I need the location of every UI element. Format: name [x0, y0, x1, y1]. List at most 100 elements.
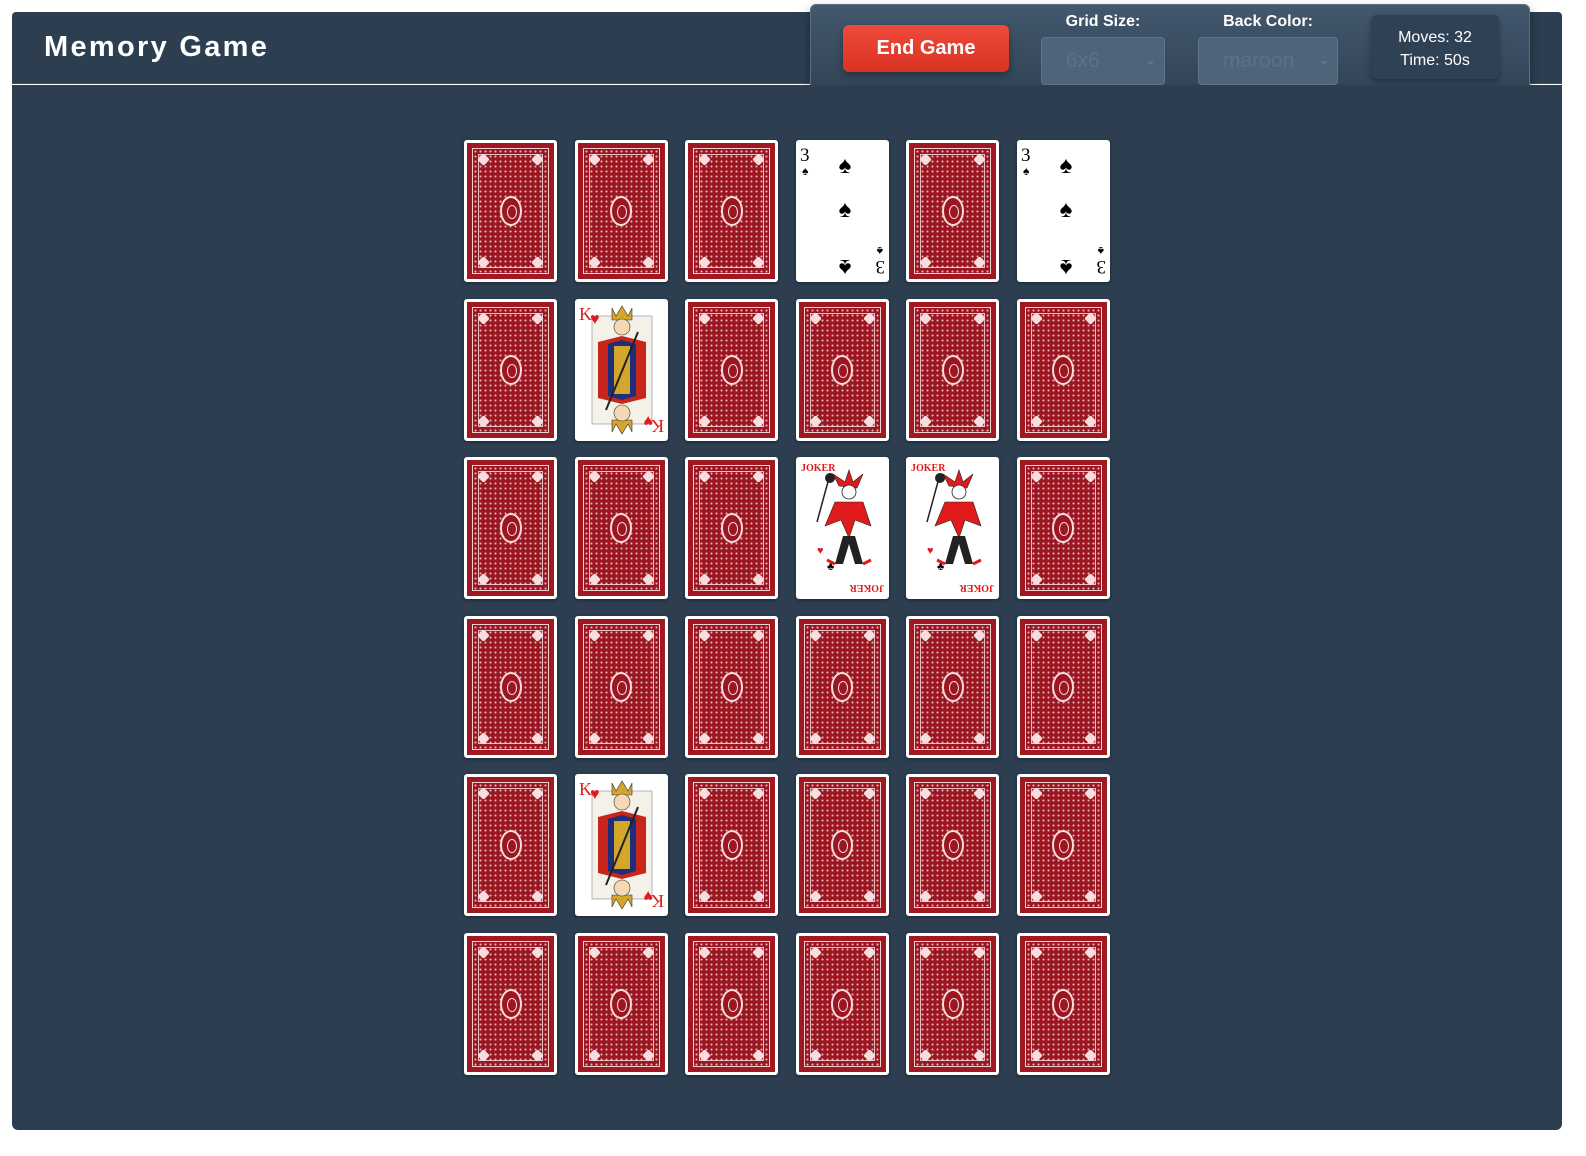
card-back-pattern — [472, 940, 549, 1067]
card-rank: 3 — [875, 256, 885, 277]
card-back-medallion-icon — [499, 830, 522, 860]
card-back-r1-c2[interactable] — [574, 140, 668, 282]
card-back-r2-c4[interactable] — [795, 298, 889, 441]
card-face-3-spades-r1-c4[interactable]: 3 ♠ ♠ ♠ ♠ 3 ♠ — [795, 140, 889, 282]
card-back-pattern — [914, 148, 991, 274]
card-pip: ♠ — [1059, 152, 1072, 179]
card-back-r2-c3[interactable] — [685, 298, 778, 441]
card-back-medallion-icon — [610, 988, 632, 1019]
card-back-medallion-icon — [1052, 988, 1074, 1019]
card-back-r6-c4[interactable] — [795, 932, 889, 1075]
game-board: 3 ♠ ♠ ♠ ♠ 3 ♠ 3 ♠ ♠ ♠ ♠ 3 ♠ K ♥ K ♥ JOKER ♥ ♣ JOKER JOKER ♥ ♣ JOK… — [12, 85, 1562, 1130]
card-back-medallion-icon — [720, 988, 743, 1019]
grid-size-select[interactable]: 6x6 ⌄ — [1041, 37, 1165, 85]
back-color-label: Back Color: — [1223, 13, 1313, 30]
card-pip: ♠ — [838, 254, 851, 279]
card-back-medallion-icon — [941, 354, 964, 385]
card-back-pattern — [914, 782, 991, 908]
card-suit: ♥ — [590, 786, 600, 803]
card-back-medallion-icon — [610, 196, 632, 226]
card-back-r6-c2[interactable] — [574, 932, 668, 1075]
card-back-r5-c3[interactable] — [685, 774, 778, 916]
card-back-pattern — [693, 623, 770, 750]
card-face-K-hearts-r5-c2[interactable]: K ♥ K ♥ — [574, 774, 668, 916]
card-back-r6-c5[interactable] — [906, 932, 999, 1075]
card-back-medallion-icon — [1052, 513, 1074, 543]
card-rank: 3 — [800, 145, 810, 166]
card-back-r2-c1[interactable] — [464, 298, 557, 441]
card-back-r3-c2[interactable] — [574, 457, 668, 599]
card-back-r1-c3[interactable] — [685, 140, 778, 282]
card-back-pattern — [1024, 623, 1102, 750]
card-back-r4-c4[interactable] — [795, 615, 889, 758]
card-back-medallion-icon — [720, 196, 743, 226]
card-face-joker-r3-c5[interactable]: JOKER ♥ ♣ JOKER — [906, 457, 999, 599]
moves-counter: Moves: 32 — [1398, 29, 1472, 46]
club-icon: ♣ — [937, 561, 944, 573]
card-back-r4-c1[interactable] — [464, 615, 557, 758]
card-back-pattern — [803, 940, 881, 1067]
card-back-medallion-icon — [720, 354, 743, 385]
card-back-pattern — [582, 940, 660, 1067]
card-back-pattern — [1024, 306, 1102, 433]
king-figure-icon: K♥K♥ — [579, 779, 664, 911]
card-grid: 3 ♠ ♠ ♠ ♠ 3 ♠ 3 ♠ ♠ ♠ ♠ 3 ♠ K ♥ K ♥ JOKER ♥ ♣ JOKER JOKER ♥ ♣ JOK… — [464, 140, 1110, 1075]
heart-icon: ♥ — [927, 545, 934, 557]
card-suit: ♥ — [590, 311, 600, 328]
card-face-3-spades-r1-c6[interactable]: 3 ♠ ♠ ♠ ♠ 3 ♠ — [1016, 140, 1110, 282]
card-suit: ♥ — [643, 412, 653, 429]
card-back-pattern — [472, 623, 549, 750]
card-back-medallion-icon — [941, 830, 964, 860]
joker-label: JOKER — [959, 582, 994, 593]
time-counter: Time: 50s — [1400, 52, 1470, 69]
card-back-pattern — [803, 782, 881, 908]
card-back-medallion-icon — [1052, 671, 1074, 702]
card-back-medallion-icon — [1052, 354, 1074, 385]
card-back-r6-c1[interactable] — [464, 932, 557, 1075]
card-back-pattern — [693, 465, 770, 591]
card-back-r5-c6[interactable] — [1016, 774, 1110, 916]
card-pip: ♠ — [1059, 254, 1072, 279]
card-back-r4-c2[interactable] — [574, 615, 668, 758]
card-back-pattern — [472, 306, 549, 433]
card-back-pattern — [472, 465, 549, 591]
card-back-pattern — [803, 306, 881, 433]
card-back-r2-c5[interactable] — [906, 298, 999, 441]
back-color-select[interactable]: maroon ⌄ — [1198, 37, 1338, 85]
card-back-pattern — [1024, 465, 1102, 591]
card-suit: ♥ — [643, 887, 653, 904]
card-back-medallion-icon — [610, 513, 632, 543]
card-face-joker-r3-c4[interactable]: JOKER ♥ ♣ JOKER — [795, 457, 889, 599]
card-back-pattern — [1024, 782, 1102, 908]
stats-box: Moves: 32 Time: 50s — [1371, 15, 1499, 79]
card-back-pattern — [914, 306, 991, 433]
card-back-medallion-icon — [499, 196, 522, 226]
card-back-pattern — [693, 782, 770, 908]
card-back-medallion-icon — [610, 671, 632, 702]
card-back-r5-c4[interactable] — [795, 774, 889, 916]
card-back-r2-c6[interactable] — [1016, 298, 1110, 441]
card-suit: ♠ — [876, 244, 883, 258]
card-back-pattern — [582, 465, 660, 591]
card-back-r4-c5[interactable] — [906, 615, 999, 758]
card-back-r3-c1[interactable] — [464, 457, 557, 599]
card-face-K-hearts-r2-c2[interactable]: K ♥ K ♥ — [574, 298, 668, 441]
card-back-r1-c5[interactable] — [906, 140, 999, 282]
card-back-r4-c3[interactable] — [685, 615, 778, 758]
card-suit: ♠ — [1097, 244, 1104, 258]
card-back-pattern — [582, 148, 660, 274]
card-back-r5-c5[interactable] — [906, 774, 999, 916]
card-back-r6-c3[interactable] — [685, 932, 778, 1075]
card-back-r6-c6[interactable] — [1016, 932, 1110, 1075]
card-back-r3-c6[interactable] — [1016, 457, 1110, 599]
card-back-r4-c6[interactable] — [1016, 615, 1110, 758]
card-back-pattern — [472, 148, 549, 274]
card-back-r5-c1[interactable] — [464, 774, 557, 916]
card-back-r1-c1[interactable] — [464, 140, 557, 282]
joker-label: JOKER — [801, 463, 836, 474]
end-game-button[interactable]: End Game — [843, 25, 1009, 72]
card-back-medallion-icon — [499, 354, 522, 385]
club-icon: ♣ — [827, 561, 834, 573]
card-back-pattern — [693, 940, 770, 1067]
card-back-r3-c3[interactable] — [685, 457, 778, 599]
